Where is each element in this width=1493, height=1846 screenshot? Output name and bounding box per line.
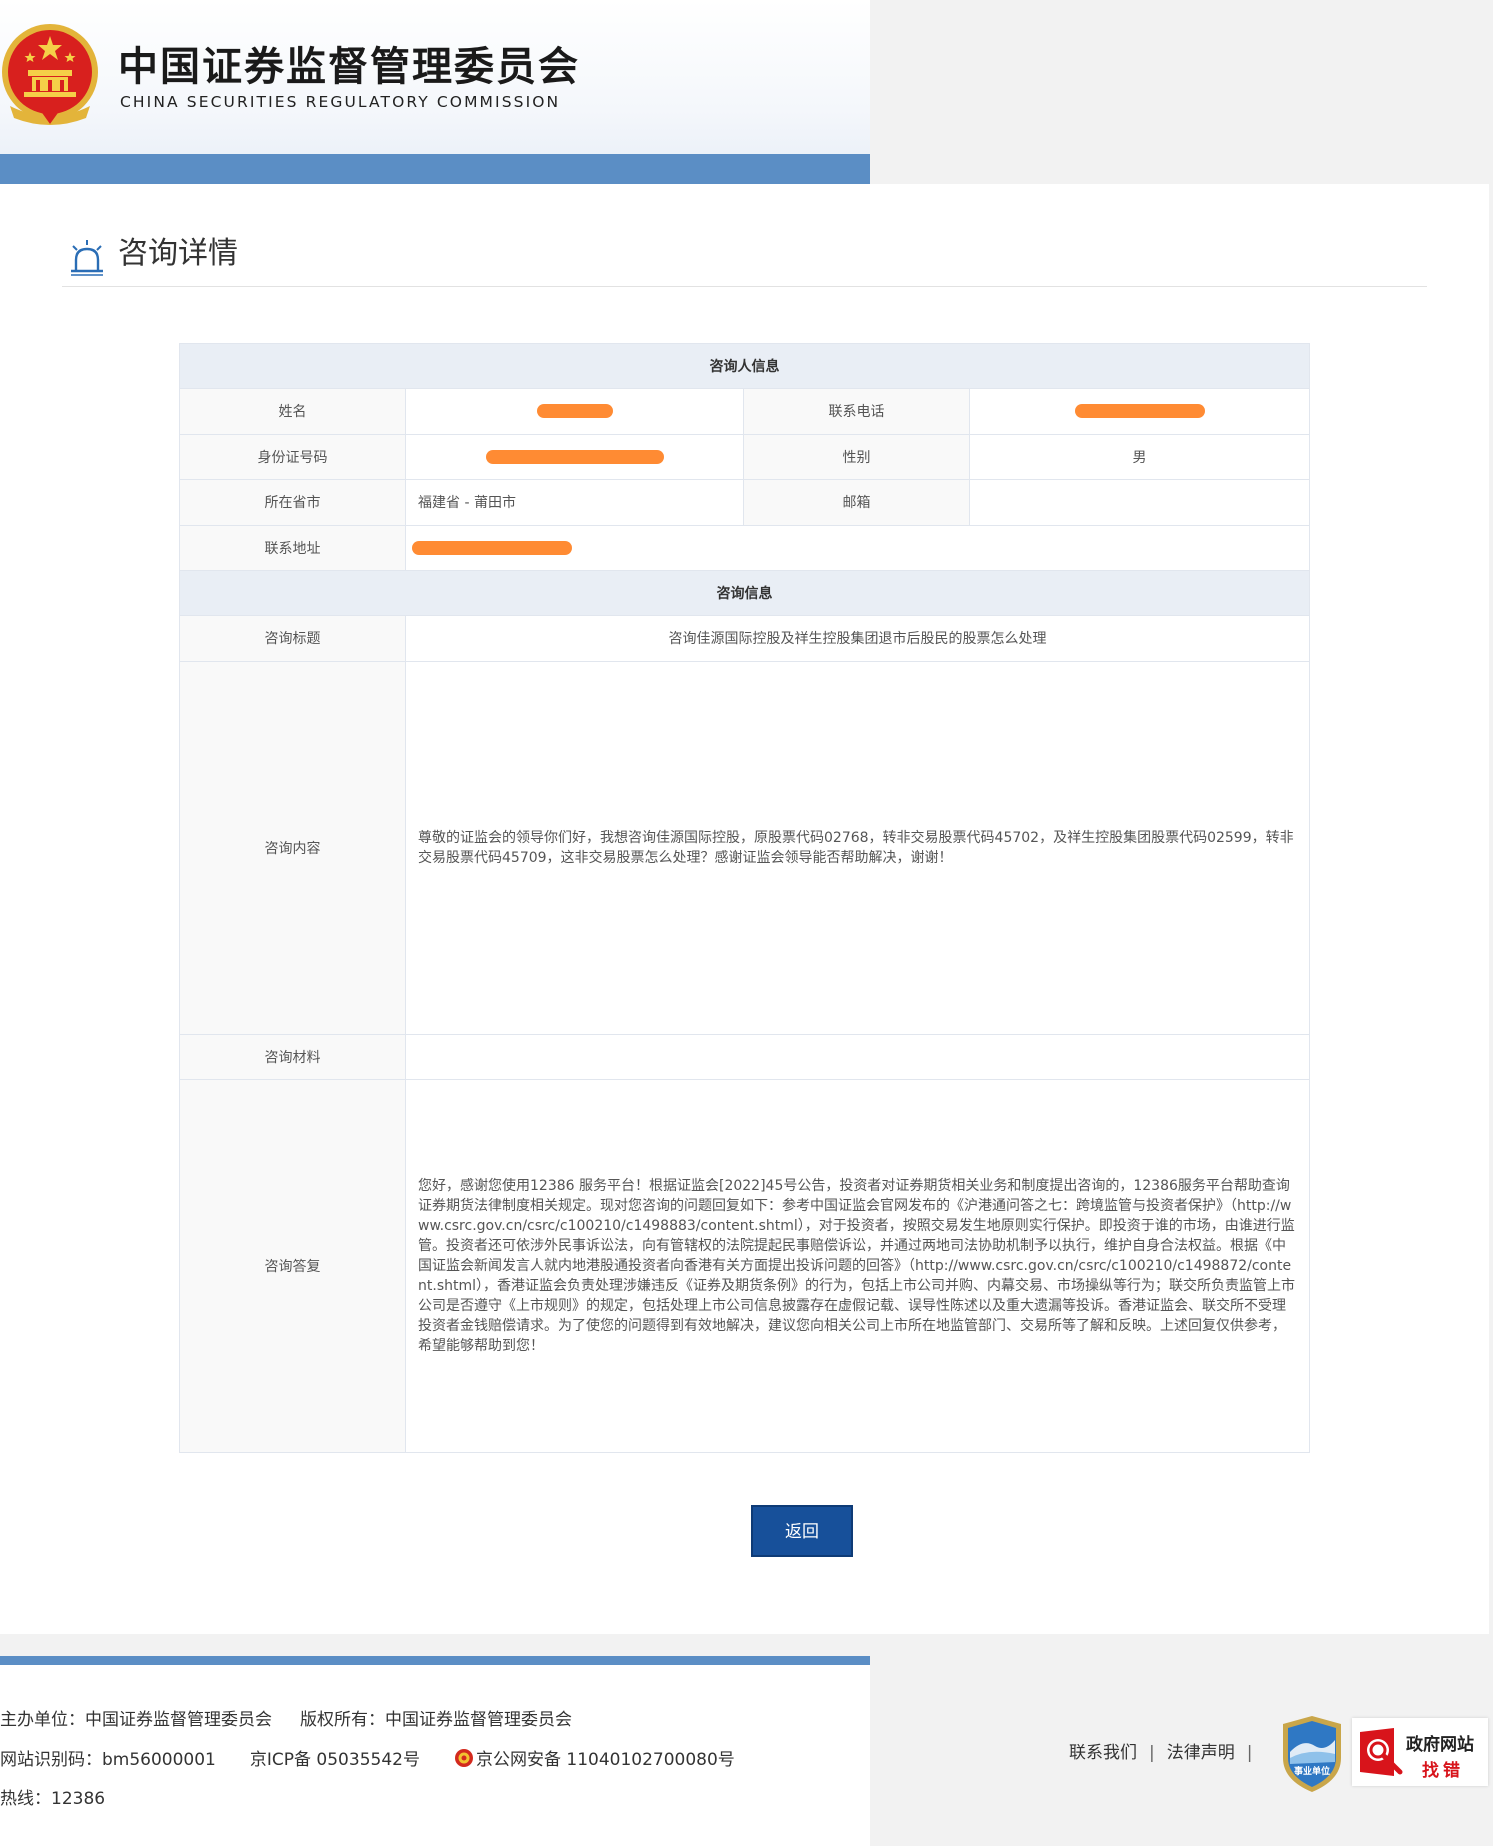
content-value: 尊敬的证监会的领导你们好，我想咨询佳源国际控股，原股票代码02768，转非交易股… [405, 660, 1310, 1035]
address-value-redacted [405, 524, 1310, 571]
email-value [969, 479, 1310, 526]
section-consultant: 咨询人信息 [179, 343, 1310, 389]
gov-site-error-badge[interactable]: 政府网站 找错 [1352, 1718, 1488, 1786]
national-emblem-icon [2, 24, 98, 125]
page-title: 咨询详情 [118, 236, 238, 271]
site-footer: 主办单位：中国证券监督管理委员会 版权所有：中国证券监督管理委员会 网站识别码：b… [0, 1656, 870, 1846]
footer-copyright: 版权所有：中国证券监督管理委员会 [300, 1710, 572, 1730]
reply-value: 您好，感谢您使用12386 服务平台！根据证监会[2022]45号公告，投资者对… [405, 1079, 1310, 1453]
legal-statement-link[interactable]: 法律声明 [1167, 1743, 1235, 1763]
footer-police-link[interactable]: 京公网安备 11040102700080号 [476, 1750, 735, 1770]
address-label: 联系地址 [179, 524, 406, 571]
gender-value: 男 [969, 433, 1310, 480]
alarm-bell-icon [71, 240, 103, 276]
subject-label: 咨询标题 [179, 615, 406, 662]
email-label: 邮箱 [743, 479, 970, 526]
magnifier-icon [1360, 1728, 1403, 1776]
table-row: 咨询内容 尊敬的证监会的领导你们好，我想咨询佳源国际控股，原股票代码02768，… [179, 660, 1310, 1035]
page-heading: 咨询详情 [62, 234, 1427, 287]
name-label: 姓名 [179, 388, 406, 435]
table-row: 咨询材料 [179, 1033, 1310, 1080]
badge-error-line1: 政府网站 [1406, 1735, 1474, 1755]
table-row: 所在省市 福建省 - 莆田市 邮箱 [179, 479, 1310, 526]
phone-label: 联系电话 [743, 388, 970, 435]
id-label: 身份证号码 [179, 433, 406, 480]
footer-site-code: 网站识别码：bm56000001 [0, 1750, 216, 1770]
table-row: 联系地址 [179, 524, 1310, 571]
main-panel: 咨询详情 咨询人信息 姓名 联系电话 身份证号码 性别 男 所在省市 福建省 -… [0, 184, 1489, 1634]
site-title: 中国证券监督管理委员会 [118, 43, 580, 90]
material-value [405, 1033, 1310, 1080]
footer-hotline: 热线：12386 [0, 1789, 106, 1809]
consultation-detail-table: 咨询人信息 姓名 联系电话 身份证号码 性别 男 所在省市 福建省 - 莆田市 … [179, 343, 1310, 1453]
badge-institution-text: 事业单位 [1294, 1765, 1330, 1777]
table-row: 姓名 联系电话 [179, 388, 1310, 435]
table-row: 咨询答复 您好，感谢您使用12386 服务平台！根据证监会[2022]45号公告… [179, 1079, 1310, 1453]
footer-line-2: 网站识别码：bm56000001 京ICP备 05035542号 京公网安备 110… [0, 1745, 735, 1770]
name-value-redacted [405, 388, 744, 435]
back-button[interactable]: 返回 [751, 1505, 853, 1557]
table-row: 咨询标题 咨询佳源国际控股及祥生控股集团退市后股民的股票怎么处理 [179, 615, 1310, 662]
badge-error-line2: 找错 [1422, 1761, 1464, 1781]
contact-us-link[interactable]: 联系我们 [1069, 1743, 1137, 1763]
site-header: 中国证券监督管理委员会 CHINA SECURITIES REGULATORY … [0, 0, 870, 184]
id-value-redacted [405, 433, 744, 480]
footer-sponsor: 主办单位：中国证券监督管理委员会 [0, 1710, 272, 1730]
public-institution-badge-icon[interactable]: 事业单位 [1279, 1714, 1345, 1794]
separator: | [1149, 1743, 1155, 1763]
site-subtitle: CHINA SECURITIES REGULATORY COMMISSION [120, 93, 561, 111]
separator: | [1246, 1743, 1253, 1763]
province-value: 福建省 - 莆田市 [405, 479, 744, 526]
material-label: 咨询材料 [179, 1033, 406, 1080]
province-label: 所在省市 [179, 479, 406, 526]
footer-line-1: 主办单位：中国证券监督管理委员会 版权所有：中国证券监督管理委员会 [0, 1705, 572, 1730]
footer-icp-link[interactable]: 京ICP备 05035542号 [250, 1750, 420, 1770]
section-title: 咨询信息 [179, 570, 1310, 616]
section-consultation: 咨询信息 [179, 570, 1310, 616]
table-row: 身份证号码 性别 男 [179, 433, 1310, 480]
subject-value: 咨询佳源国际控股及祥生控股集团退市后股民的股票怎么处理 [405, 615, 1310, 662]
content-label: 咨询内容 [179, 660, 406, 1035]
gender-label: 性别 [743, 433, 970, 480]
phone-value-redacted [969, 388, 1310, 435]
police-badge-icon [454, 1749, 473, 1767]
header-blue-bar [0, 154, 870, 184]
footer-links: 联系我们 | 法律声明 | [1069, 1738, 1264, 1763]
section-title: 咨询人信息 [179, 343, 1310, 389]
reply-label: 咨询答复 [179, 1079, 406, 1453]
footer-blue-bar [0, 1656, 870, 1665]
